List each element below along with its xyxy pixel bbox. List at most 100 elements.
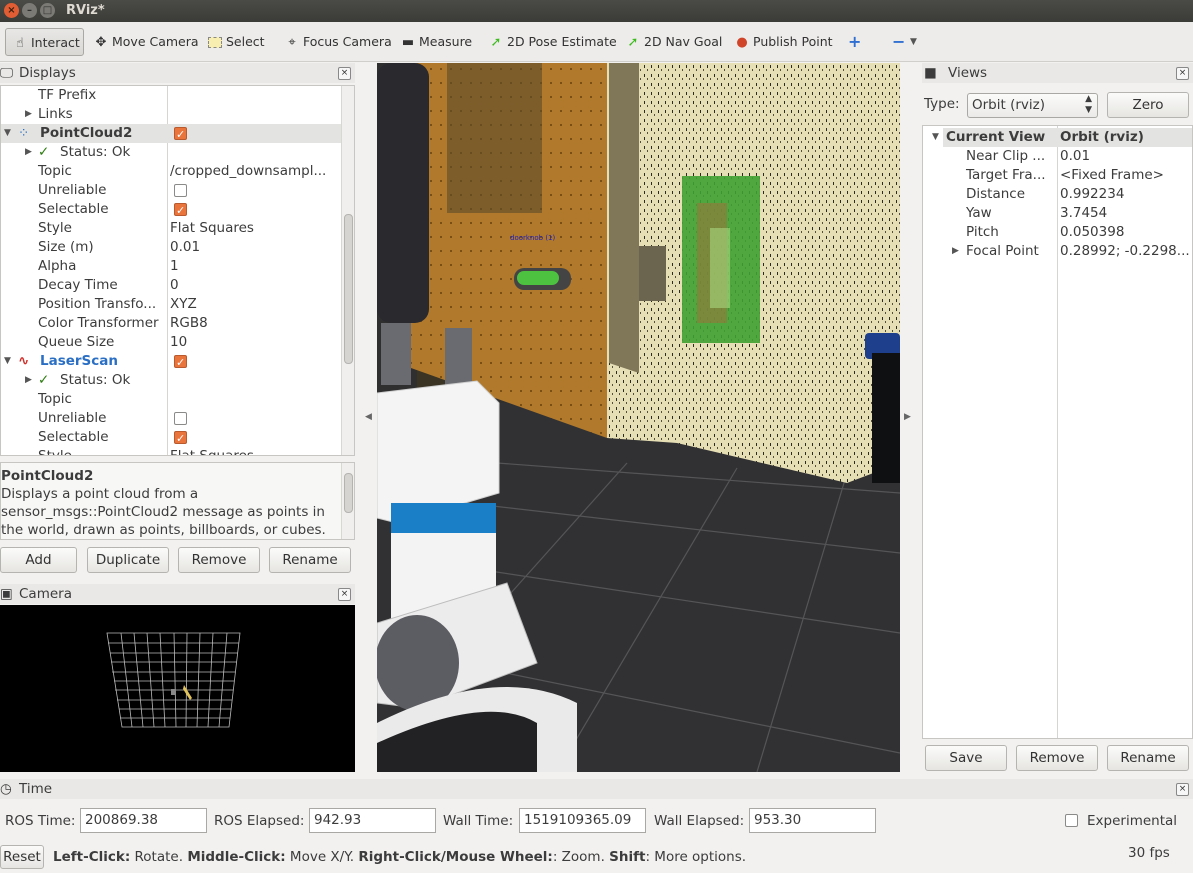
scroll-thumb[interactable] [344,214,353,364]
view-type-select[interactable]: Orbit (rviz) ▲ ▼ [967,93,1098,118]
tree-row[interactable]: Topic/cropped_downsampl... [1,162,341,181]
tree-row[interactable]: TF Prefix [1,86,341,105]
tree-row[interactable]: Target Fra... <Fixed Frame> [923,166,1192,185]
description-scrollbar[interactable] [341,463,354,539]
expand-arrow-icon[interactable]: ▶ [25,143,32,162]
row-value[interactable]: 0.992234 [1060,185,1124,204]
row-value: Orbit (rviz) [1060,129,1144,145]
tree-row[interactable]: Selectable [1,200,341,220]
collapse-arrow-icon[interactable]: ▼ [932,128,939,147]
tree-row[interactable]: Color Transformer RGB8 [1,314,341,333]
ros-elapsed-field[interactable]: 942.93 [309,808,436,833]
row-value[interactable]: 3.7454 [1060,204,1107,223]
tree-row[interactable]: Pitch 0.050398 [923,223,1192,242]
tree-row[interactable]: ▶ ✓ Status: Ok [1,143,341,162]
expand-arrow-icon[interactable]: ▶ [952,242,959,261]
tree-row[interactable]: Size (m) 0.01 [1,238,341,257]
row-value[interactable]: 1 [170,257,179,276]
tree-row[interactable]: Selectable [1,428,341,448]
chevron-down-icon[interactable]: ▼ [910,28,917,56]
expand-arrow-icon[interactable]: ▶ [25,105,32,124]
focus-camera-tool-button[interactable]: ⌖ Focus Camera [284,28,391,56]
tree-row[interactable]: Style Flat Squares [1,219,341,238]
tree-row[interactable]: Topic [1,390,341,409]
current-view-header-row[interactable]: ▼ Current View Orbit (rviz) [932,128,1192,147]
tree-row[interactable]: Decay Time 0 [1,276,341,295]
render-viewport[interactable]: doorknob (1) [377,63,900,772]
camera-view[interactable] [0,605,355,772]
tree-row[interactable]: Near Clip ... 0.01 [923,147,1192,166]
tree-row[interactable]: Alpha 1 [1,257,341,276]
selectable-checkbox[interactable] [174,201,187,220]
measure-tool-button[interactable]: ▬ Measure [400,28,472,56]
remove-view-button[interactable]: Remove [1016,745,1098,771]
row-key: Focal Point [966,243,1039,259]
remove-tool-button[interactable]: − [892,28,905,56]
row-value[interactable]: RGB8 [170,314,208,333]
remove-display-button[interactable]: Remove [178,547,260,573]
wall-time-field[interactable]: 1519109365.09 [519,808,646,833]
tree-row[interactable]: Unreliable [1,181,341,200]
wall-elapsed-field[interactable]: 953.30 [749,808,876,833]
tree-row[interactable]: ▶ Focal Point 0.28992; -0.2298... [923,242,1192,261]
displays-scrollbar[interactable] [341,86,354,455]
enabled-checkbox[interactable] [174,125,187,144]
tree-row[interactable]: Distance 0.992234 [923,185,1192,204]
add-tool-button[interactable]: + [848,28,861,56]
tree-row[interactable]: Queue Size 10 [1,333,341,352]
row-value[interactable]: 0.28992; -0.2298... [1060,242,1190,261]
pose-estimate-tool-button[interactable]: ➚ 2D Pose Estimate [488,28,617,56]
close-icon[interactable]: × [1176,783,1189,796]
tree-row-pointcloud2[interactable]: ▼ ⁘ PointCloud2 [1,124,341,144]
select-tool-button[interactable]: Select [207,28,265,56]
save-view-button[interactable]: Save [925,745,1007,771]
collapse-arrow-icon[interactable]: ▼ [4,352,11,371]
publish-point-tool-button[interactable]: ● Publish Point [734,28,832,56]
row-value[interactable]: 0.050398 [1060,223,1124,242]
zero-view-button[interactable]: Zero [1107,92,1189,118]
minimize-window-icon[interactable]: – [22,3,37,18]
interact-tool-button[interactable]: ☝ Interact [5,28,84,56]
row-value[interactable]: 0.01 [1060,147,1090,166]
close-window-icon[interactable]: × [4,3,19,18]
tree-row[interactable]: Position Transfo... XYZ [1,295,341,314]
row-value[interactable]: <Fixed Frame> [1060,166,1164,185]
expand-arrow-icon[interactable]: ▶ [25,371,32,390]
collapse-left-icon[interactable]: ◀ [365,412,372,422]
tree-row[interactable]: ▶ ✓ Status: Ok [1,371,341,390]
collapse-right-icon[interactable]: ▶ [904,412,911,422]
add-display-button[interactable]: Add [0,547,77,573]
collapse-arrow-icon[interactable]: ▼ [4,124,11,143]
row-value[interactable]: 0 [170,276,179,295]
row-value[interactable]: Flat Squares [170,219,254,238]
rename-display-button[interactable]: Rename [269,547,351,573]
row-value[interactable]: /cropped_downsampl... [170,162,326,181]
row-value[interactable]: XYZ [170,295,197,314]
enabled-checkbox[interactable] [174,353,187,372]
row-value[interactable]: 0.01 [170,238,200,257]
move-camera-tool-button[interactable]: ✥ Move Camera [93,28,199,56]
tree-row-laserscan[interactable]: ▼ ∿ LaserScan [1,352,341,372]
fps-indicator: 30 fps [1128,845,1170,861]
tree-row[interactable]: Yaw 3.7454 [923,204,1192,223]
close-icon[interactable]: × [338,588,351,601]
reset-button[interactable]: Reset [0,845,44,869]
row-value[interactable]: 10 [170,333,187,352]
tree-row[interactable]: ▶ Links [1,105,341,124]
scroll-thumb[interactable] [344,473,353,513]
tree-row[interactable]: Style Flat Squares [1,447,341,455]
row-value[interactable]: Flat Squares [170,447,254,455]
experimental-checkbox[interactable] [1065,814,1078,827]
unreliable-checkbox[interactable] [174,184,187,197]
close-icon[interactable]: × [1176,67,1189,80]
row-key: Selectable [38,201,109,217]
maximize-window-icon[interactable]: □ [40,3,55,18]
selectable-checkbox[interactable] [174,429,187,448]
unreliable-checkbox[interactable] [174,412,187,425]
nav-goal-tool-button[interactable]: ➚ 2D Nav Goal [625,28,723,56]
ros-time-field[interactable]: 200869.38 [80,808,207,833]
tree-row[interactable]: Unreliable [1,409,341,428]
duplicate-display-button[interactable]: Duplicate [87,547,169,573]
rename-view-button[interactable]: Rename [1107,745,1189,771]
close-icon[interactable]: × [338,67,351,80]
